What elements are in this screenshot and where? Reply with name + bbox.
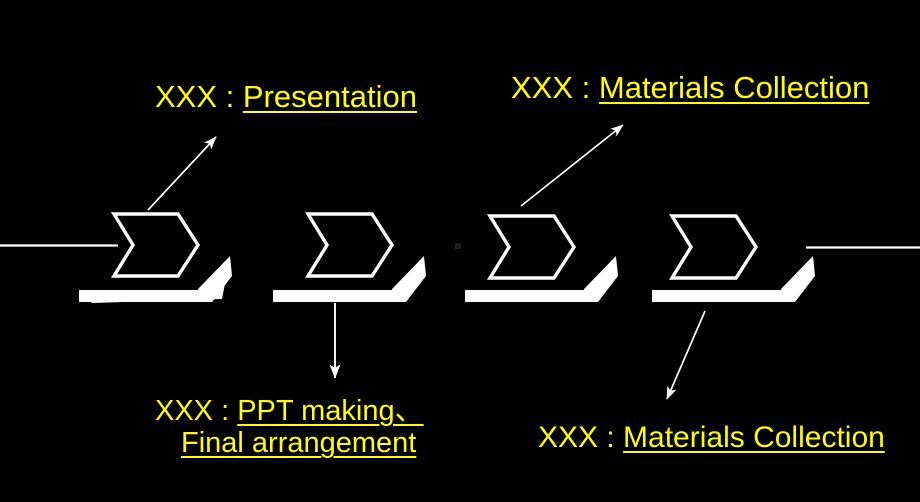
chevron-step-1-base-bar [79,290,199,302]
leader-arrows [147,124,706,400]
callout-presentation-prefix: XXX : [155,79,243,114]
chevron-step-2-base-bar [273,290,393,302]
chevron-step-1-base-riser [198,256,232,302]
chevron-step-2-base-riser [392,256,426,302]
chevron-step-4-base-bar [652,290,786,302]
slide-canvas: XXX : Presentation XXX : Materials Colle… [0,0,920,502]
leader-arrow-materials-bottom [666,310,706,400]
callout-materials-bottom[interactable]: XXX : Materials Collection [538,421,885,455]
faint-marker-dot [455,243,461,249]
callout-materials-top[interactable]: XXX : Materials Collection [511,70,870,106]
callout-presentation[interactable]: XXX : Presentation [155,79,417,115]
chevron-step-3-base-bar [465,290,585,302]
leader-arrow-presentation [147,136,217,211]
callout-ppt-prefix: XXX : [155,395,238,427]
chevron-step-2-arrow [304,212,395,278]
chevron-step-3-arrow [486,214,577,280]
chevron-step-4-base-riser [781,256,815,302]
callout-materials-top-value: Materials Collection [598,70,870,105]
callout-materials-bottom-value: Materials Collection [623,421,885,454]
chevron-step-3-base-riser [584,256,618,302]
chevron-step-1-arrow [110,212,201,278]
chevron-step-1[interactable] [79,212,232,303]
callout-presentation-value: Presentation [242,79,417,114]
callout-ppt[interactable]: XXX : PPT making、 Final arrangement [155,395,424,460]
callout-materials-bottom-prefix: XXX : [538,421,624,454]
callout-ppt-value-line2: Final arrangement [181,427,417,460]
callout-ppt-value-line1: PPT making、 [237,395,424,427]
chevron-step-2[interactable] [273,212,426,302]
callout-materials-top-prefix: XXX : [511,70,599,105]
chevron-step-3[interactable] [465,214,618,302]
chevron-step-4[interactable] [652,214,815,302]
leader-arrow-materials-top [520,124,624,207]
chevron-step-4-arrow [668,214,759,280]
